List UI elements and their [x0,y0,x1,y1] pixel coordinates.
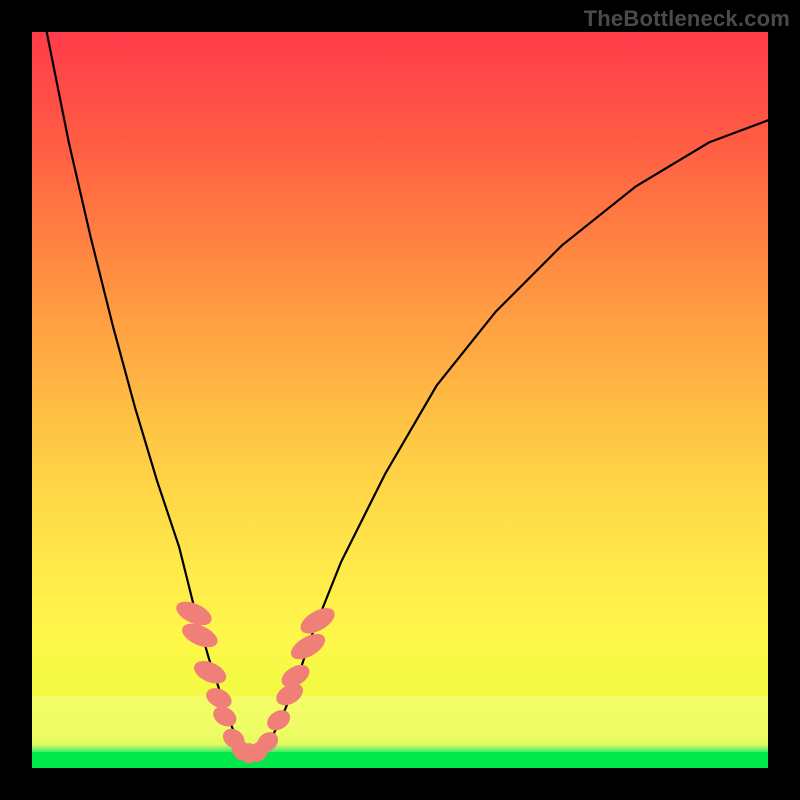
plot-area [32,32,768,768]
chart-svg [32,32,768,768]
curve-marker [264,707,293,734]
marker-layer [173,598,338,765]
curve-marker [297,604,338,638]
watermark-text: TheBottleneck.com [584,6,790,32]
chart-frame: TheBottleneck.com [0,0,800,800]
curve-marker [210,703,239,730]
curve-marker [287,629,328,663]
bottleneck-curve [47,32,768,753]
